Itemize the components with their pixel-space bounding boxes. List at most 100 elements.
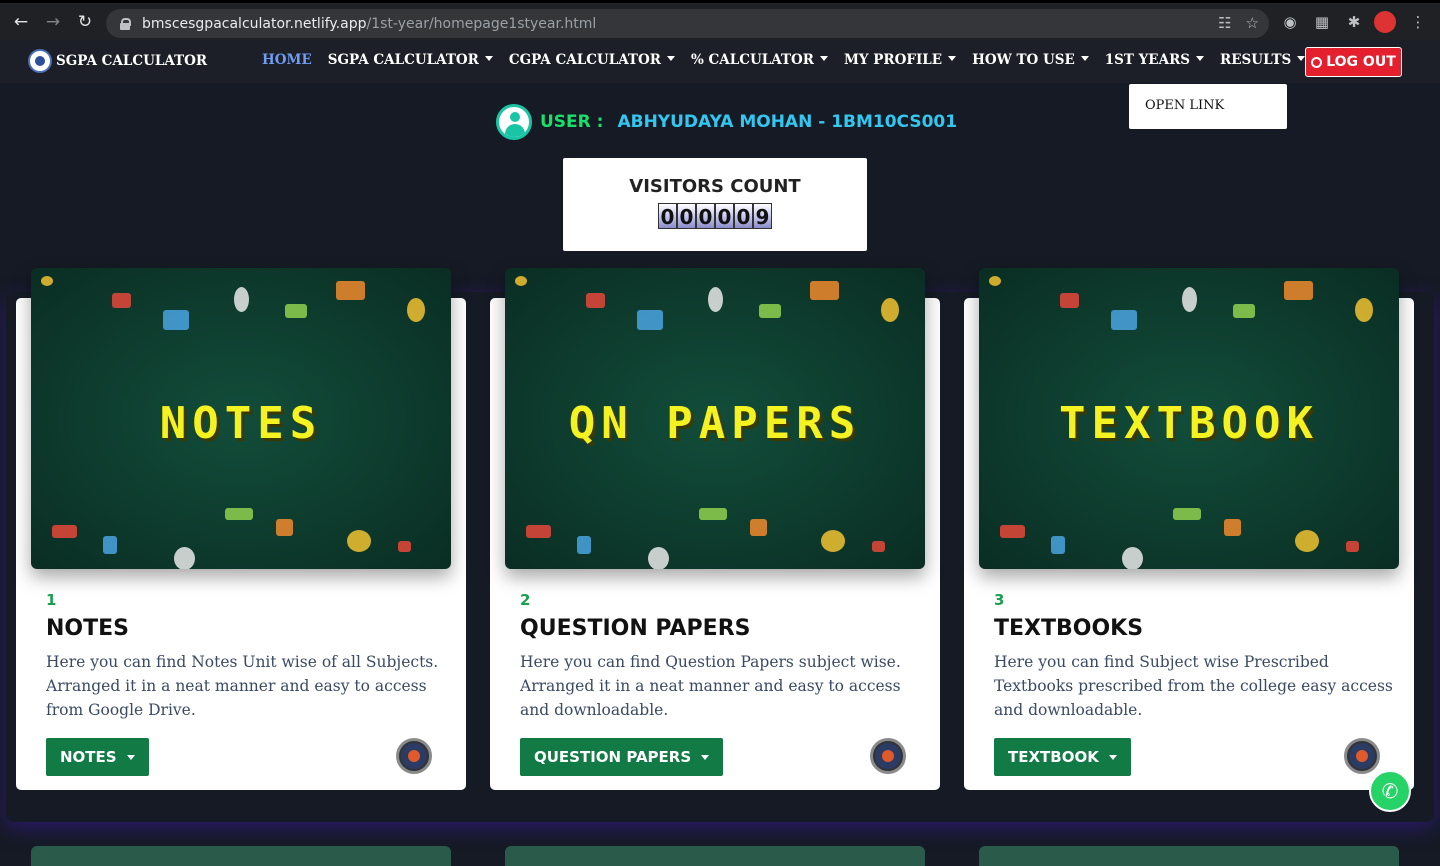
whatsapp-icon[interactable]: ✆ — [1369, 770, 1411, 812]
results-dropdown-menu: OPEN LINK — [1129, 84, 1287, 129]
card-button-label: QUESTION PAPERS — [534, 748, 692, 766]
card-button-label: TEXTBOOK — [1008, 748, 1099, 766]
nav-item-cgpa-calculator[interactable]: CGPA CALCULATOR — [509, 52, 675, 68]
nav-item-sgpa-calculator[interactable]: SGPA CALCULATOR — [328, 52, 493, 68]
caret-down-icon — [948, 56, 957, 61]
college-badge-icon — [870, 738, 906, 774]
doodle-decoration — [637, 310, 663, 330]
doodle-decoration — [759, 304, 781, 318]
visitors-count-box: VISITORS COUNT 000009 — [563, 158, 867, 251]
college-badge-icon — [1344, 738, 1380, 774]
caret-down-icon — [1080, 56, 1089, 61]
counter-digit: 0 — [715, 203, 734, 229]
puzzle-icon[interactable]: ✱ — [1343, 11, 1365, 33]
nav-item-home[interactable]: HOME — [262, 52, 312, 68]
logout-button[interactable]: LOG OUT — [1305, 47, 1402, 77]
nav-item-label: CGPA CALCULATOR — [508, 52, 661, 68]
power-icon — [1311, 56, 1323, 68]
back-arrow-icon[interactable]: ← — [10, 11, 32, 33]
banner-text: TEXTBOOK — [1059, 398, 1319, 449]
card-dropdown-button[interactable]: TEXTBOOK — [994, 738, 1131, 776]
doodle-decoration — [103, 536, 117, 554]
nav-item-my-profile[interactable]: MY PROFILE — [844, 52, 957, 68]
nav-item-label: HOME — [262, 52, 312, 68]
card-banner-image: NOTES — [31, 268, 451, 569]
doodle-decoration — [234, 287, 249, 312]
card-title: QUESTION PAPERS — [520, 616, 751, 641]
doodle-decoration — [1224, 519, 1241, 536]
translate-icon[interactable]: ☷ — [1218, 14, 1231, 32]
doodle-decoration — [872, 541, 885, 552]
doodle-decoration — [41, 276, 53, 286]
nav-item-label: % CALCULATOR — [690, 52, 814, 68]
doodle-decoration — [1182, 287, 1197, 312]
doodle-decoration — [225, 508, 253, 520]
doodle-decoration — [174, 547, 195, 569]
doodle-decoration — [1284, 281, 1313, 300]
doodle-decoration — [1173, 508, 1201, 520]
card-title: TEXTBOOKS — [994, 616, 1144, 641]
card-number: 1 — [46, 591, 57, 609]
doodle-decoration — [586, 293, 605, 308]
doodle-decoration — [276, 519, 293, 536]
nav-item-1st-years[interactable]: 1ST YEARS — [1105, 52, 1205, 68]
doodle-decoration — [1346, 541, 1359, 552]
address-bar[interactable]: bmscesgpacalculator.netlify.app/1st-year… — [106, 9, 1269, 38]
card-dropdown-button[interactable]: QUESTION PAPERS — [520, 738, 724, 776]
caret-down-icon — [1196, 56, 1205, 61]
dropdown-item-open-link[interactable]: OPEN LINK — [1145, 98, 1224, 113]
doodle-decoration — [1060, 293, 1079, 308]
banner-text: NOTES — [159, 398, 323, 449]
doodle-decoration — [699, 508, 727, 520]
counter-digit: 0 — [658, 203, 677, 229]
card-banner-image: QN PAPERS — [505, 268, 925, 569]
doodle-decoration — [1122, 547, 1143, 569]
doodle-decoration — [1051, 536, 1065, 554]
doodle-decoration — [881, 298, 899, 322]
counter-digit: 9 — [753, 203, 772, 229]
resource-card: TEXTBOOK 3 TEXTBOOKS Here you can find Subj… — [964, 268, 1414, 790]
user-avatar-icon — [496, 104, 532, 140]
nav-item-results[interactable]: RESULTS — [1220, 52, 1306, 68]
next-card-image — [979, 846, 1399, 866]
caret-down-icon — [819, 56, 828, 61]
doodle-decoration — [1111, 310, 1137, 330]
card-banner-image: TEXTBOOK — [979, 268, 1399, 569]
profile-avatar-icon[interactable] — [1374, 11, 1396, 33]
user-label: USER : — [540, 112, 604, 132]
forward-arrow-icon[interactable]: → — [42, 11, 64, 33]
next-card-image — [505, 846, 925, 866]
doodle-decoration — [112, 293, 131, 308]
doodle-decoration — [1295, 530, 1319, 552]
doodle-decoration — [285, 304, 307, 318]
url-path: /1st-year/homepage1styear.html — [366, 15, 597, 32]
doodle-decoration — [526, 525, 551, 538]
doodle-decoration — [810, 281, 839, 300]
visitor-counter: 000009 — [563, 203, 867, 229]
user-name: ABHYUDAYA MOHAN - 1BM10CS001 — [617, 112, 958, 132]
lock-icon — [120, 17, 131, 30]
nav-menu: HOME SGPA CALCULATOR CGPA CALCULATOR % CALC… — [262, 52, 1397, 68]
bookmark-star-icon[interactable]: ☆ — [1246, 14, 1259, 32]
nav-item-label: SGPA CALCULATOR — [327, 52, 479, 68]
caret-down-icon — [666, 56, 675, 61]
extension-grid-icon[interactable]: ▦ — [1311, 11, 1333, 33]
next-card-image — [31, 846, 451, 866]
card-button-label: NOTES — [60, 748, 117, 766]
doodle-decoration — [336, 281, 365, 300]
doodle-decoration — [52, 525, 77, 538]
card-description: Here you can find Notes Unit wise of all… — [46, 653, 439, 719]
nav-item-how-to-use[interactable]: HOW TO USE — [972, 52, 1089, 68]
resource-card: NOTES 1 NOTES Here you can find Notes Unit … — [16, 268, 466, 790]
counter-digit: 0 — [677, 203, 696, 229]
doodle-decoration — [163, 310, 189, 330]
doodle-decoration — [648, 547, 669, 569]
nav-item-calculator[interactable]: % CALCULATOR — [691, 52, 828, 68]
brand[interactable]: SGPA CALCULATOR — [28, 49, 207, 73]
caret-down-icon — [126, 754, 135, 760]
kebab-menu-icon[interactable]: ⋮ — [1407, 11, 1429, 33]
doodle-decoration — [577, 536, 591, 554]
extension-icon[interactable]: ◉ — [1279, 11, 1301, 33]
card-dropdown-button[interactable]: NOTES — [46, 738, 149, 776]
reload-icon[interactable]: ↻ — [74, 11, 96, 33]
